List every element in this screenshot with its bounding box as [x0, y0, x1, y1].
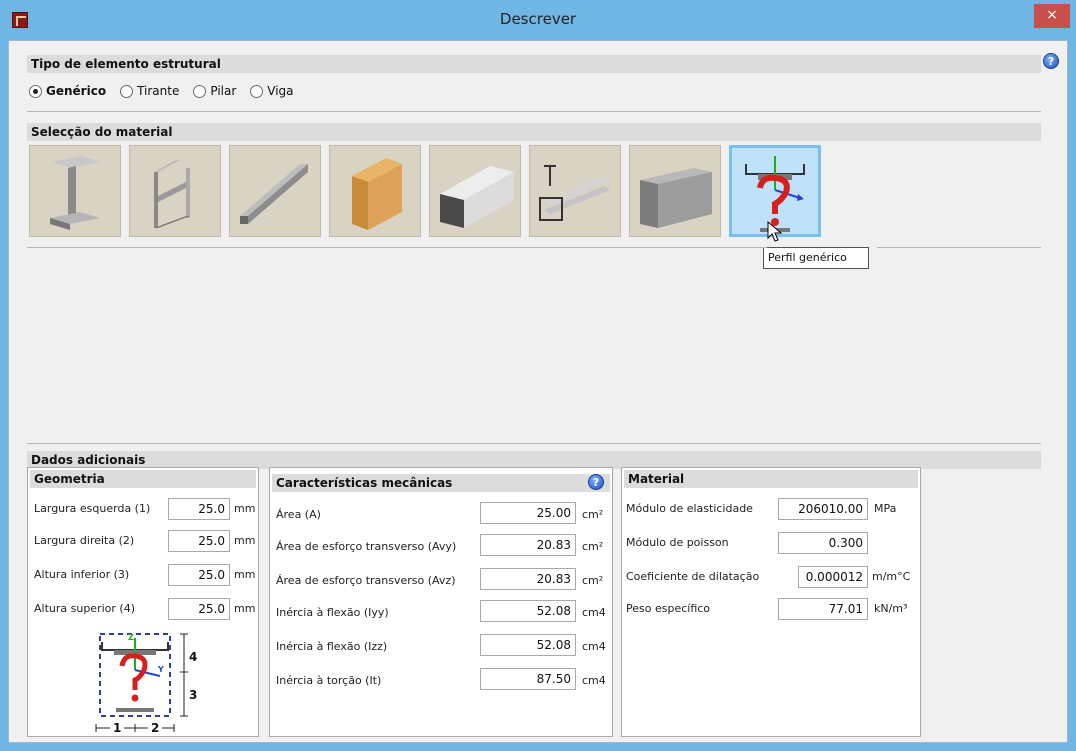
unit-label: mm	[234, 602, 256, 615]
geometry-panel: Geometria Largura esquerda (1) 25.0 mm L…	[27, 467, 259, 737]
mouse-cursor-icon	[767, 221, 783, 242]
coeficiente-dilatacao-input[interactable]: 0.000012	[798, 566, 868, 588]
unit-label: cm²	[582, 574, 604, 587]
peso-especifico-input[interactable]: 77.01	[778, 598, 868, 620]
window-title: Descrever	[499, 10, 577, 28]
element-type-radio-group: Genérico Tirante Pilar Viga	[29, 81, 294, 101]
property-label: Área de esforço transverso (Avy)	[276, 540, 457, 553]
material-label: Módulo de poisson	[626, 536, 729, 549]
geometry-label: Altura inferior (3)	[34, 568, 130, 581]
aluminium-profiles-icon	[539, 165, 610, 221]
concrete-block-tile[interactable]	[629, 145, 721, 237]
divider	[27, 247, 767, 248]
tooltip: Perfil genérico	[763, 247, 869, 269]
panel-title-caracteristicas: Características mecânicas	[272, 474, 610, 492]
panel-title-geometria: Geometria	[30, 470, 256, 488]
help-icon[interactable]: ?	[1043, 53, 1059, 69]
dimension-label-1: 1	[113, 721, 121, 735]
unit-label: kN/m³	[874, 602, 908, 615]
unit-label: mm	[234, 534, 256, 547]
unit-label: m/m°C	[872, 570, 911, 583]
largura-direita-input[interactable]: 25.0	[168, 530, 230, 552]
iyy-value[interactable]: 52.08	[480, 600, 576, 622]
geometry-label: Altura superior (4)	[34, 602, 135, 615]
steel-i-beam-tile[interactable]	[29, 145, 121, 237]
material-panel: Material Módulo de elasticidade 206010.0…	[621, 467, 921, 737]
radio-circle[interactable]	[29, 84, 42, 98]
geometry-label: Largura direita (2)	[34, 534, 135, 547]
avz-value[interactable]: 20.83	[480, 568, 576, 590]
divider	[877, 247, 1041, 248]
steel-h-section-icon	[154, 160, 190, 228]
cold-formed-channel-icon	[240, 164, 308, 224]
modulo-poisson-input[interactable]: 0.300	[778, 532, 868, 554]
divider	[27, 111, 1041, 112]
it-value[interactable]: 87.50	[480, 668, 576, 690]
aluminium-box-tile[interactable]	[429, 145, 521, 237]
unit-label: mm	[234, 502, 256, 515]
radio-circle[interactable]	[120, 84, 134, 98]
unit-label: cm4	[582, 640, 606, 653]
radio-circle[interactable]	[250, 84, 264, 98]
axis-label-z: Z	[128, 633, 134, 642]
panel-title-material: Material	[624, 470, 918, 488]
property-label: Área (A)	[276, 508, 321, 521]
radio-tirante[interactable]: Tirante	[120, 84, 179, 98]
timber-beam-icon	[352, 158, 402, 230]
steel-h-section-tile[interactable]	[129, 145, 221, 237]
radio-pilar[interactable]: Pilar	[193, 84, 236, 98]
divider	[27, 443, 1041, 444]
radio-circle[interactable]	[193, 84, 207, 98]
radio-label: Genérico	[46, 84, 107, 98]
aluminium-box-icon	[440, 166, 514, 228]
radio-label: Pilar	[210, 84, 237, 98]
property-label: Área de esforço transverso (Avz)	[276, 574, 456, 587]
radio-viga[interactable]: Viga	[250, 84, 294, 98]
modulo-elasticidade-input[interactable]: 206010.00	[778, 498, 868, 520]
radio-generico[interactable]: Genérico	[29, 84, 106, 98]
material-tiles	[29, 145, 821, 237]
material-label: Coeficiente de dilatação	[626, 570, 760, 583]
axis-label-y: Y	[157, 665, 164, 674]
material-label: Peso específico	[626, 602, 711, 615]
mechanical-properties-panel: Características mecânicas ? Área (A) 25.…	[269, 467, 613, 737]
steel-i-beam-icon	[50, 156, 100, 230]
section-header-tipo: Tipo de elemento estrutural	[27, 55, 1041, 73]
section-header-material: Selecção do material	[27, 123, 1041, 141]
close-button[interactable]: ×	[1034, 4, 1070, 28]
altura-inferior-input[interactable]: 25.0	[168, 564, 230, 586]
aluminium-profiles-tile[interactable]	[529, 145, 621, 237]
dialog-window: Descrever × ? Tipo de elemento estrutura…	[0, 0, 1076, 751]
timber-beam-tile[interactable]	[329, 145, 421, 237]
unit-label: cm²	[582, 540, 604, 553]
material-label: Módulo de elasticidade	[626, 502, 753, 515]
unit-label: MPa	[874, 502, 897, 515]
geometry-label: Largura esquerda (1)	[34, 502, 151, 515]
cold-formed-channel-tile[interactable]	[229, 145, 321, 237]
generic-section-diagram: 4 3 1 2 Z Y	[95, 633, 200, 735]
largura-esquerda-input[interactable]: 25.0	[168, 498, 230, 520]
dimension-label-4: 4	[189, 650, 197, 664]
dimension-label-3: 3	[189, 688, 197, 702]
dialog-client: ? Tipo de elemento estrutural Genérico T…	[8, 40, 1068, 743]
area-value[interactable]: 25.00	[480, 502, 576, 524]
radio-label: Tirante	[137, 84, 180, 98]
unit-label: mm	[234, 568, 256, 581]
property-label: Inércia à torção (It)	[276, 674, 382, 687]
property-label: Inércia à flexão (Iyy)	[276, 606, 389, 619]
unit-label: cm²	[582, 508, 604, 521]
title-bar[interactable]: Descrever ×	[0, 0, 1076, 40]
izz-value[interactable]: 52.08	[480, 634, 576, 656]
altura-superior-input[interactable]: 25.0	[168, 598, 230, 620]
concrete-block-icon	[640, 168, 712, 228]
property-label: Inércia à flexão (Izz)	[276, 640, 388, 653]
radio-label: Viga	[267, 84, 294, 98]
unit-label: cm4	[582, 674, 606, 687]
help-icon[interactable]: ?	[588, 474, 604, 490]
dimension-label-2: 2	[151, 721, 159, 735]
unit-label: cm4	[582, 606, 606, 619]
avy-value[interactable]: 20.83	[480, 534, 576, 556]
